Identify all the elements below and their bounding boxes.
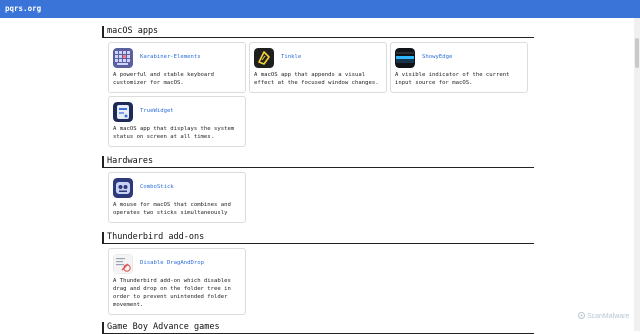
section-title-thunderbird-addons: Thunderbird add-ons xyxy=(102,232,534,244)
app-link-disable-draganddrop[interactable]: Disable DragAndDrop xyxy=(140,260,204,266)
app-link-karabiner-elements[interactable]: Karabiner-Elements xyxy=(140,54,201,60)
app-description: A macOS app that displays the system sta… xyxy=(113,126,235,140)
app-link-tinkle[interactable]: Tinkle xyxy=(281,54,301,60)
vertical-scrollbar[interactable] xyxy=(634,18,640,331)
scrollbar-thumb[interactable] xyxy=(635,38,639,68)
truewidget-icon xyxy=(113,102,133,122)
app-card-combostick[interactable]: ComboStick A mouse for macOS that combin… xyxy=(108,172,246,223)
showyedge-icon xyxy=(395,48,415,68)
app-card-truewidget[interactable]: TrueWidget A macOS app that displays the… xyxy=(108,96,246,147)
section-title-macos-apps: macOS apps xyxy=(102,26,534,38)
app-description: A visible indicator of the current input… xyxy=(395,72,510,86)
scanmalware-logo-icon xyxy=(578,312,585,319)
site-brand-link[interactable]: pqrs.org xyxy=(5,3,41,15)
app-link-truewidget[interactable]: TrueWidget xyxy=(140,108,174,114)
app-description: A Thunderbird add-on which disables drag… xyxy=(113,278,231,308)
section-title-game-boy-advance-games: Game Boy Advance games xyxy=(102,322,534,334)
app-card-showyedge[interactable]: ShowyEdge A visible indicator of the cur… xyxy=(390,42,528,93)
karabiner-elements-icon xyxy=(113,48,133,68)
app-card-disable-draganddrop[interactable]: Disable DragAndDrop A Thunderbird add-on… xyxy=(108,248,246,315)
section-title-hardwares: Hardwares xyxy=(102,156,534,168)
watermark-text: ScanMalware xyxy=(586,313,630,320)
app-description: A powerful and stable keyboard customize… xyxy=(113,72,215,86)
app-link-combostick[interactable]: ComboStick xyxy=(140,184,174,190)
disable-draganddrop-icon xyxy=(113,254,133,274)
app-description: A macOS app that appends a visual effect… xyxy=(254,72,379,86)
app-link-showyedge[interactable]: ShowyEdge xyxy=(422,54,452,60)
app-card-tinkle[interactable]: Tinkle A macOS app that appends a visual… xyxy=(249,42,387,93)
combostick-icon xyxy=(113,178,133,198)
top-navbar: pqrs.org xyxy=(0,0,640,18)
tinkle-icon xyxy=(254,48,274,68)
app-description: A mouse for macOS that combines and oper… xyxy=(113,202,231,216)
scanmalware-watermark: ScanMalware xyxy=(578,312,629,320)
app-card-karabiner-elements[interactable]: Karabiner-Elements A powerful and stable… xyxy=(108,42,246,93)
